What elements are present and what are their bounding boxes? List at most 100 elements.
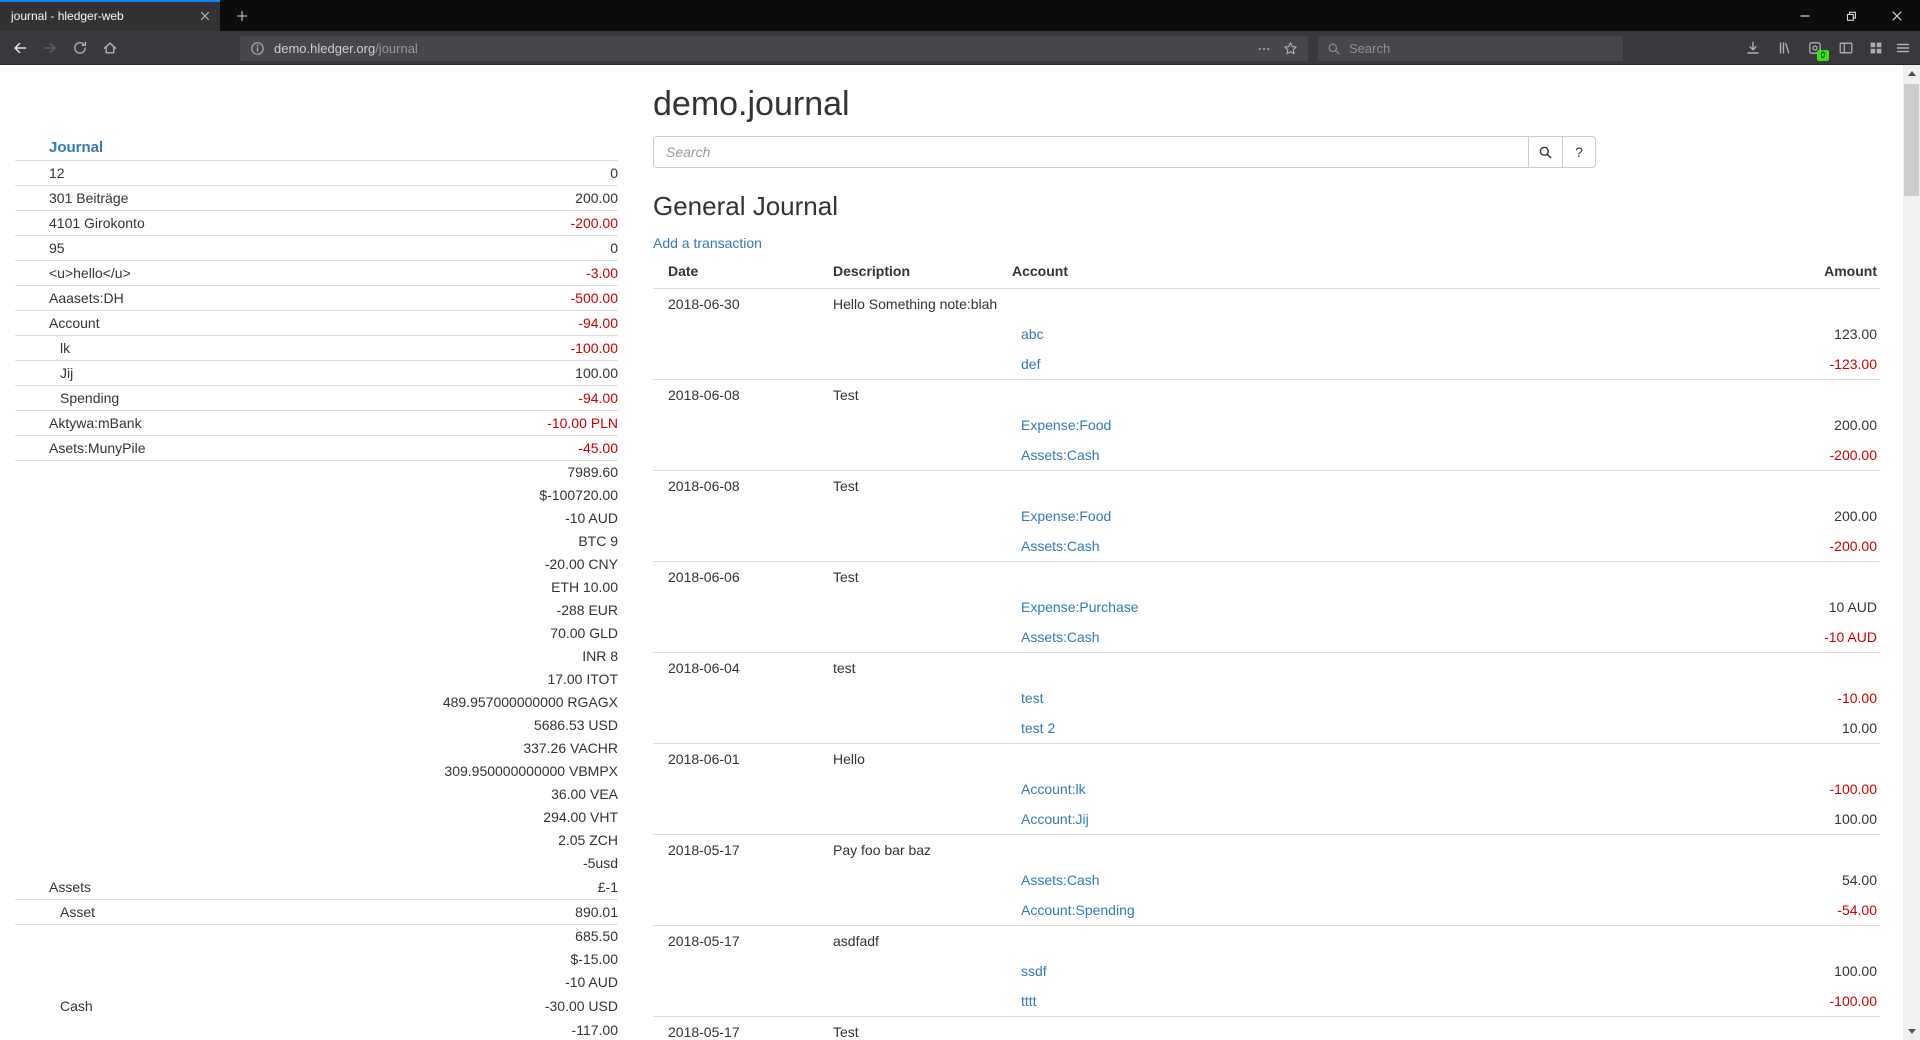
sidebar-account-link[interactable]: Account — [49, 315, 100, 331]
reload-button[interactable] — [66, 35, 94, 61]
posting-row: Account:lk-100.00 — [653, 774, 1880, 804]
sidebar-account-row: lk-100.00 — [15, 335, 618, 360]
close-button[interactable] — [1874, 0, 1920, 31]
menu-icon[interactable] — [1889, 35, 1917, 61]
site-info-icon[interactable] — [250, 41, 265, 56]
browser-search-input[interactable] — [1349, 41, 1599, 56]
scroll-down-button[interactable] — [1903, 1023, 1920, 1040]
sidebar-account-balance: $-15.00 — [571, 951, 618, 967]
posting-account-link[interactable]: Account:Jij — [1021, 811, 1089, 827]
journal-search-form: ? — [653, 136, 1596, 168]
posting-account-link[interactable]: ssdf — [1021, 963, 1047, 979]
page-actions-icon[interactable] — [1257, 42, 1271, 56]
extension-icon[interactable]: 0 — [1801, 35, 1829, 61]
add-transaction-link[interactable]: Add a transaction — [653, 235, 762, 251]
posting-account-link[interactable]: Assets:Cash — [1021, 447, 1100, 463]
posting-account-cell: Account:Spending — [997, 895, 1660, 926]
posting-account-link[interactable]: Expense:Food — [1021, 417, 1111, 433]
sidebar-toggle-icon[interactable] — [1832, 35, 1860, 61]
sidebar-account-balance: 0 — [610, 240, 618, 256]
scrollbar-thumb[interactable] — [1904, 84, 1919, 196]
empty-cell — [1660, 562, 1880, 593]
empty-cell — [818, 501, 997, 531]
browser-search-bar[interactable] — [1318, 36, 1623, 61]
url-bar[interactable]: demo.hledger.org/journal — [240, 36, 1308, 61]
sidebar-account-balance: 200.00 — [575, 190, 618, 206]
posting-account-link[interactable]: tttt — [1021, 993, 1037, 1009]
posting-account-link[interactable]: test 2 — [1021, 720, 1055, 736]
url-domain: demo.hledger.org — [274, 41, 375, 56]
sidebar-account-balance: 489.957000000000 RGAGX — [443, 694, 618, 710]
new-tab-button[interactable] — [230, 5, 254, 27]
posting-account-link[interactable]: Account:lk — [1021, 781, 1086, 797]
transaction-title-row: 2018-05-17Pay foo bar baz — [653, 835, 1880, 866]
sidebar-account-link[interactable]: 12 — [49, 165, 65, 181]
posting-account-cell: test — [997, 683, 1660, 713]
tab-close-icon[interactable] — [197, 8, 213, 24]
browser-tab[interactable]: journal - hledger-web — [0, 0, 220, 31]
restore-button[interactable] — [1828, 0, 1874, 31]
sidebar-account-link[interactable]: Aaasets:DH — [49, 290, 124, 306]
posting-account-link[interactable]: Account:Spending — [1021, 902, 1135, 918]
forward-button[interactable] — [36, 35, 64, 61]
empty-cell — [653, 774, 818, 804]
sidebar-account-balance: 7989.60 — [567, 464, 618, 480]
scroll-up-button[interactable] — [1903, 65, 1920, 82]
sidebar-account-link[interactable]: lk — [49, 340, 70, 356]
sidebar-account-balance: 294.00 VHT — [543, 809, 618, 825]
sidebar-account-link[interactable]: Asets:MunyPile — [49, 440, 145, 456]
posting-account-link[interactable]: Assets:Cash — [1021, 538, 1100, 554]
posting-account-link[interactable]: abc — [1021, 326, 1044, 342]
transaction-title-row: 2018-05-17Test — [653, 1017, 1880, 1040]
sidebar-account-balance: -30.00 USD — [545, 998, 618, 1014]
back-button[interactable] — [6, 35, 34, 61]
sidebar-account-link[interactable]: 301 Beiträge — [49, 190, 128, 206]
posting-account-link[interactable]: def — [1021, 356, 1040, 372]
posting-account-cell: Assets:Cash — [997, 865, 1660, 895]
posting-account-link[interactable]: Assets:Cash — [1021, 629, 1100, 645]
search-icon — [1327, 42, 1341, 56]
sidebar-account-link[interactable]: Spending — [49, 390, 119, 406]
empty-cell — [653, 622, 818, 653]
transaction-description: test — [818, 653, 1660, 684]
journal-search-input[interactable] — [653, 136, 1529, 168]
posting-account-link[interactable]: Assets:Cash — [1021, 872, 1100, 888]
sidebar-account-row: -10 AUD — [15, 506, 618, 529]
journal-search-button[interactable] — [1529, 136, 1563, 168]
home-button[interactable] — [96, 35, 124, 61]
sidebar-account-link[interactable]: Asset — [49, 904, 95, 920]
posting-row: ssdf100.00 — [653, 956, 1880, 986]
posting-account-link[interactable]: Expense:Purchase — [1021, 599, 1139, 615]
empty-cell — [818, 683, 997, 713]
sidebar-account-balance: 100.00 — [575, 365, 618, 381]
downloads-icon[interactable] — [1739, 35, 1767, 61]
empty-cell — [653, 319, 818, 349]
posting-account-link[interactable]: test — [1021, 690, 1044, 706]
search-help-button[interactable]: ? — [1563, 136, 1596, 168]
bookmark-star-icon[interactable] — [1283, 41, 1298, 56]
sidebar-account-row: $-100720.00 — [15, 483, 618, 506]
sidebar-account-balance: 337.26 VACHR — [523, 740, 618, 756]
minimize-button[interactable] — [1782, 0, 1828, 31]
sidebar-account-link[interactable]: Cash — [49, 998, 93, 1014]
sidebar-account-link[interactable]: Assets — [49, 879, 91, 895]
sidebar-account-link[interactable]: 95 — [49, 240, 65, 256]
empty-cell — [653, 501, 818, 531]
sidebar-journal-link[interactable]: Journal — [49, 136, 103, 160]
sidebar-account-row: -117.00 — [15, 1018, 618, 1040]
sidebar-account-link[interactable]: <u>hello</u> — [49, 265, 131, 281]
posting-account-link[interactable]: Expense:Food — [1021, 508, 1111, 524]
sidebar-account-link[interactable]: Jij — [49, 365, 73, 381]
grid-icon[interactable] — [1862, 35, 1890, 61]
sidebar-account-link[interactable]: 4101 Girokonto — [49, 215, 145, 231]
posting-row: Expense:Food200.00 — [653, 410, 1880, 440]
tab-bar: journal - hledger-web — [0, 0, 1920, 31]
page-scrollbar[interactable] — [1903, 65, 1920, 1040]
sidebar-account-row: 4101 Girokonto-200.00 — [15, 210, 618, 235]
sidebar-account-row: 2.05 ZCH — [15, 828, 618, 851]
sidebar-account-link[interactable]: Aktywa:mBank — [49, 415, 142, 431]
empty-cell — [818, 410, 997, 440]
library-icon[interactable] — [1770, 35, 1798, 61]
urlbar-actions — [1257, 41, 1298, 56]
sidebar-account-row: -5usd — [15, 851, 618, 874]
